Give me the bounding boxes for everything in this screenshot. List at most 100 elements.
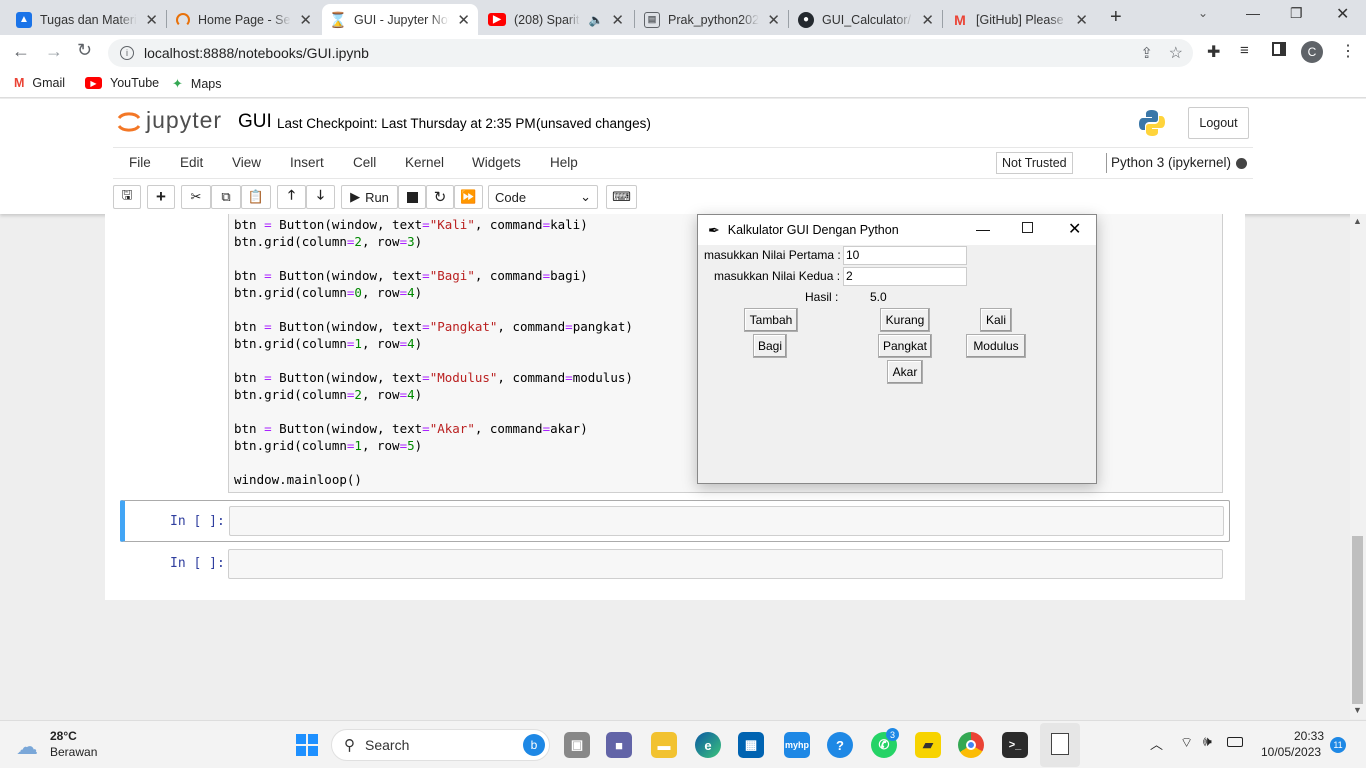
- tab-gmail-github[interactable]: M [GitHub] Please r ✕: [944, 4, 1096, 35]
- tab-youtube[interactable]: ▶ (208) Sparite 🔈 ✕: [480, 4, 632, 35]
- code-line[interactable]: btn = Button(window, text="Modulus", com…: [234, 369, 633, 386]
- kali-button[interactable]: Kali: [980, 308, 1012, 332]
- close-icon[interactable]: ✕: [921, 11, 934, 29]
- scroll-down-icon[interactable]: ▼: [1353, 705, 1362, 715]
- close-icon[interactable]: ✕: [1068, 219, 1081, 239]
- edge-icon[interactable]: e: [695, 732, 721, 758]
- close-icon[interactable]: ✕: [1075, 11, 1088, 29]
- restart-run-all-button[interactable]: ⏩: [454, 185, 483, 209]
- pangkat-button[interactable]: Pangkat: [878, 334, 932, 358]
- teams-icon[interactable]: ■: [606, 732, 632, 758]
- clock-date[interactable]: 10/05/2023: [1261, 745, 1321, 759]
- media-queue-icon[interactable]: ≡: [1240, 42, 1249, 59]
- akar-button[interactable]: Akar: [887, 360, 923, 384]
- copy-button[interactable]: ⧉: [211, 185, 241, 209]
- insert-cell-button[interactable]: +: [147, 185, 175, 209]
- menu-help[interactable]: Help: [550, 155, 578, 170]
- terminal-icon[interactable]: >_: [1002, 732, 1028, 758]
- tk-title-bar[interactable]: ✒ Kalkulator GUI Dengan Python — ✕: [698, 215, 1096, 245]
- tray-chevron-icon[interactable]: ︿: [1150, 734, 1163, 753]
- page-scrollbar[interactable]: ▲ ▼: [1350, 214, 1366, 719]
- share-icon[interactable]: ⇪: [1140, 44, 1153, 62]
- code-line[interactable]: btn.grid(column=1, row=4): [234, 335, 633, 352]
- forward-icon[interactable]: →: [45, 41, 63, 62]
- scroll-up-icon[interactable]: ▲: [1353, 216, 1362, 226]
- code-line[interactable]: btn = Button(window, text="Pangkat", com…: [234, 318, 633, 335]
- kurang-button[interactable]: Kurang: [880, 308, 930, 332]
- weather-temp[interactable]: 28°C: [50, 729, 77, 743]
- code-line[interactable]: btn.grid(column=2, row=4): [234, 386, 633, 403]
- volume-icon[interactable]: 🕪: [1203, 733, 1212, 750]
- entry-nilai-kedua[interactable]: 2: [843, 267, 967, 286]
- code-line[interactable]: btn.grid(column=2, row=3): [234, 233, 633, 250]
- empty-cell-input[interactable]: [228, 549, 1223, 579]
- profile-avatar[interactable]: C: [1301, 41, 1323, 63]
- tab-prak-python[interactable]: ▤ Prak_python2023 ✕: [636, 4, 788, 35]
- wifi-icon[interactable]: ⌔: [1180, 734, 1193, 752]
- windows-start-icon[interactable]: [296, 734, 318, 756]
- trust-indicator[interactable]: Not Trusted: [996, 152, 1073, 174]
- restore-icon[interactable]: ❐: [1290, 5, 1303, 22]
- jupyter-logo[interactable]: [117, 109, 141, 135]
- tab-homepage[interactable]: Home Page - Selco ✕: [168, 4, 320, 35]
- code-editor[interactable]: btn = Button(window, text="Kali", comman…: [234, 216, 633, 488]
- bookmark-maps[interactable]: ✦ Maps: [172, 76, 221, 92]
- cloud-weather-icon[interactable]: ☁: [16, 734, 38, 760]
- code-line[interactable]: btn = Button(window, text="Akar", comman…: [234, 420, 633, 437]
- kernel-name[interactable]: Python 3 (ipykernel): [1111, 155, 1231, 170]
- bookmark-youtube[interactable]: ▶ YouTube: [85, 76, 159, 90]
- clock-time[interactable]: 20:33: [1294, 729, 1324, 743]
- empty-cell-input[interactable]: [229, 506, 1224, 536]
- chrome-icon[interactable]: [958, 732, 984, 758]
- save-button[interactable]: 🖫: [113, 185, 141, 209]
- notification-badge[interactable]: 11: [1330, 737, 1346, 753]
- speaker-icon[interactable]: 🔈: [588, 13, 603, 27]
- code-line[interactable]: btn = Button(window, text="Kali", comman…: [234, 216, 633, 233]
- tab-search-icon[interactable]: ⌄: [1198, 6, 1208, 20]
- menu-file[interactable]: File: [129, 155, 151, 170]
- logout-button[interactable]: Logout: [1188, 107, 1249, 139]
- restart-button[interactable]: ↻: [426, 185, 454, 209]
- code-line[interactable]: btn.grid(column=0, row=4): [234, 284, 633, 301]
- url-text[interactable]: localhost:8888/notebooks/GUI.ipynb: [144, 45, 369, 61]
- maximize-icon[interactable]: [1022, 222, 1033, 233]
- menu-view[interactable]: View: [232, 155, 261, 170]
- close-icon[interactable]: ✕: [767, 11, 780, 29]
- minimize-icon[interactable]: —: [976, 221, 990, 237]
- menu-kernel[interactable]: Kernel: [405, 155, 444, 170]
- minimize-icon[interactable]: —: [1246, 5, 1260, 21]
- taskbar-search-box[interactable]: ⚲ Search b: [331, 729, 550, 761]
- back-icon[interactable]: ←: [12, 41, 30, 62]
- modulus-button[interactable]: Modulus: [966, 334, 1026, 358]
- scrollbar-thumb[interactable]: [1352, 536, 1363, 704]
- weather-desc[interactable]: Berawan: [50, 745, 97, 759]
- close-icon[interactable]: ✕: [611, 11, 624, 29]
- notebook-cell[interactable]: In [ ]:: [120, 547, 1230, 583]
- address-bar[interactable]: i localhost:8888/notebooks/GUI.ipynb ⇪ ☆: [108, 39, 1193, 67]
- code-line[interactable]: [234, 301, 633, 318]
- cut-button[interactable]: ✂: [181, 185, 211, 209]
- active-app-highlight[interactable]: [1040, 723, 1080, 767]
- extensions-icon[interactable]: ✚: [1207, 42, 1220, 62]
- store-icon[interactable]: ▦: [738, 732, 764, 758]
- menu-insert[interactable]: Insert: [290, 155, 324, 170]
- tambah-button[interactable]: Tambah: [744, 308, 798, 332]
- cell-type-select[interactable]: Code ⌄: [488, 185, 598, 209]
- tab-github-calc[interactable]: ● GUI_Calculator/ a ✕: [790, 4, 942, 35]
- menu-cell[interactable]: Cell: [353, 155, 376, 170]
- code-line[interactable]: btn.grid(column=1, row=5): [234, 437, 633, 454]
- bookmark-gmail[interactable]: M Gmail: [14, 76, 65, 90]
- move-up-button[interactable]: 🡑: [277, 185, 306, 209]
- run-button[interactable]: ▶ Run: [341, 185, 398, 209]
- entry-nilai-pertama[interactable]: 10: [843, 246, 967, 265]
- side-panel-icon[interactable]: [1272, 42, 1286, 56]
- more-menu-icon[interactable]: ⋮: [1340, 41, 1356, 61]
- paste-button[interactable]: 📋: [241, 185, 271, 209]
- new-tab-button[interactable]: +: [1110, 6, 1122, 29]
- menu-edit[interactable]: Edit: [180, 155, 203, 170]
- reload-icon[interactable]: ↻: [77, 40, 92, 61]
- close-window-icon[interactable]: ✕: [1336, 4, 1349, 24]
- task-view-icon[interactable]: ▣: [564, 732, 590, 758]
- star-icon[interactable]: ☆: [1169, 43, 1183, 63]
- close-icon[interactable]: ✕: [457, 11, 470, 29]
